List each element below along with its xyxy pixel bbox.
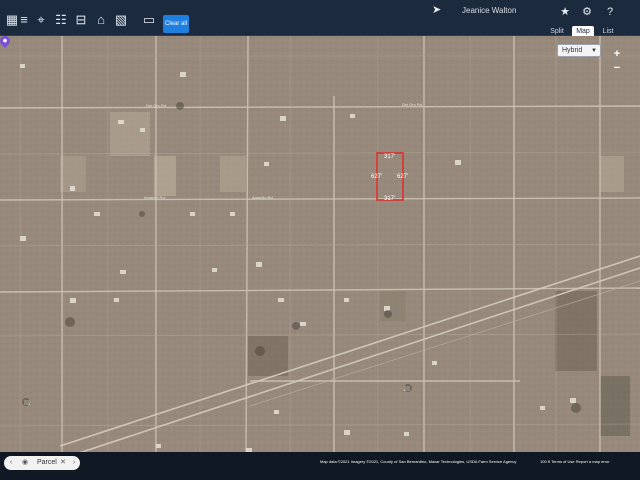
star-icon[interactable]: ★ [558, 5, 572, 19]
top-toolbar: ▦ ≡ ⌖ ☷ ⊟ ⌂ ▧ ▭ Clear all ➤ Jeanice Walt… [0, 0, 640, 38]
chart-icon[interactable]: ☷ [53, 12, 69, 28]
chevron-right-icon[interactable]: › [69, 456, 79, 470]
map-attribution: Map data ©2021 Imagery ©2021, County of … [320, 459, 517, 464]
terms-link[interactable]: Terms of Use Report a map error [551, 459, 609, 464]
parcel-dimension-left: 627' [371, 174, 383, 180]
user-name[interactable]: Jeanice Walton [462, 6, 516, 15]
shapes-icon[interactable]: ▧ [113, 12, 129, 28]
map-type-value: Hybrid [562, 47, 583, 54]
close-icon[interactable]: ✕ [58, 456, 68, 470]
eye-icon[interactable]: ◉ [20, 456, 30, 470]
parcel-label: Parcel [37, 459, 57, 466]
road-label: Amarillo Rd [144, 195, 165, 200]
zoom-out-button[interactable]: − [611, 62, 623, 74]
map-canvas[interactable]: 317' 627' 627' 317' Del Oro Rd Del Oro R… [0, 36, 640, 468]
clear-all-button[interactable]: Clear all [163, 15, 189, 33]
road-label: Del Oro Rd [146, 103, 167, 108]
road-label: Del Oro Rd [402, 102, 423, 107]
zoom-in-button[interactable]: + [611, 48, 623, 60]
location-pin-icon[interactable] [0, 36, 10, 48]
map-links[interactable]: 100 ft Terms of Use Report a map error [540, 459, 610, 464]
location-pin-icon[interactable]: ⌖ [33, 12, 49, 28]
map-type-select[interactable]: Hybrid ▼ [557, 44, 601, 57]
building-icon[interactable]: ⌂ [93, 12, 109, 28]
comment-icon[interactable]: ▭ [141, 12, 157, 28]
parcel-dimension-bottom: 317' [384, 196, 396, 202]
stack-icon[interactable]: ≡ [16, 12, 32, 28]
satellite-terrain [0, 36, 640, 468]
parcel-dimension-right: 627' [397, 174, 409, 180]
car-icon[interactable]: ⊟ [73, 12, 89, 28]
mouse-cursor-icon: ➤ [432, 4, 442, 16]
chevron-down-icon: ▼ [591, 48, 597, 54]
bottom-bar: ‹ ◉ Parcel ✕ › Map data ©2021 Imagery ©2… [0, 452, 640, 480]
gear-icon[interactable]: ⚙ [580, 5, 594, 19]
parcel-dimension-top: 317' [384, 154, 396, 160]
chevron-left-icon[interactable]: ‹ [6, 456, 16, 470]
map-scale: 100 ft [540, 459, 551, 464]
parcel-layer-pill[interactable]: ‹ ◉ Parcel ✕ › [4, 456, 80, 470]
road-label: Amarillo Rd [252, 195, 273, 200]
help-icon[interactable]: ? [603, 5, 617, 19]
